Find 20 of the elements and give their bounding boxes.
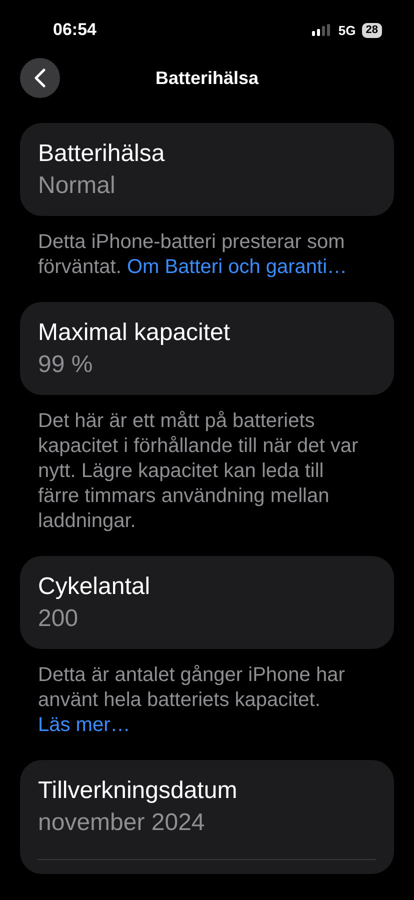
info-link[interactable]: Om Batteri och garanti… <box>126 256 348 278</box>
section-title: Cykelantal <box>38 572 152 602</box>
battery-indicator: 28 <box>362 22 382 38</box>
info-link[interactable]: Läs mer… <box>38 714 130 736</box>
chevron-left-icon <box>34 68 46 88</box>
section-title: Maximal kapacitet <box>38 318 232 348</box>
footer-text: Detta är antalet gånger iPhone har använt hela batteriets kapacitet. Läs mer… <box>37 663 346 738</box>
section-value: 99 % <box>38 350 94 380</box>
footer-text: Detta iPhone-batteri presterar som förväntat. Om Batteri och garanti… <box>37 230 348 280</box>
section-title: Batterihälsa <box>38 139 166 169</box>
section-title: Tillverkningsdatum <box>38 776 238 806</box>
signal-icon <box>312 24 332 36</box>
screen-title: Batterihälsa <box>155 68 259 88</box>
section-value: Normal <box>38 171 116 201</box>
section-value: 200 <box>38 604 80 634</box>
section-value: november 2024 <box>38 808 206 838</box>
network-label: 5G <box>338 22 356 38</box>
clock: 06:54 <box>53 20 98 40</box>
footer-text: Det här är ett mått på batteriets kapacitet i förhållande till när det var nytt. Lägre kapacitet kan leda till färre timmars användning mellan laddningar. <box>37 409 360 534</box>
back-button[interactable] <box>20 58 60 98</box>
